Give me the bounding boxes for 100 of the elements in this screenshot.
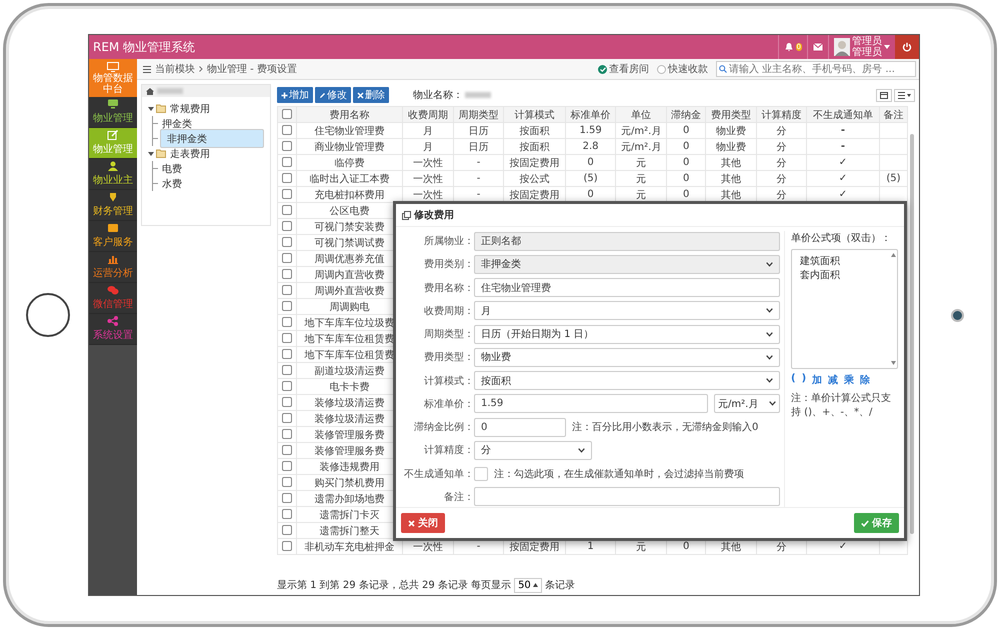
operator-link[interactable]: 除: [860, 373, 870, 387]
scrollbar[interactable]: [910, 134, 914, 534]
column-header[interactable]: 备注: [879, 106, 908, 122]
select-field[interactable]: 月: [474, 301, 780, 320]
checkbox[interactable]: [282, 365, 292, 376]
checkbox[interactable]: [282, 269, 292, 280]
column-header[interactable]: 费用名称: [296, 106, 403, 122]
tree-item[interactable]: 水费: [160, 176, 184, 190]
sidebar-item[interactable]: 客户服务: [89, 221, 137, 252]
checkbox[interactable]: [282, 541, 292, 552]
operator-link[interactable]: 减: [828, 373, 838, 387]
tree-item[interactable]: 走表费用: [168, 146, 212, 160]
column-header[interactable]: 不生成通知单: [806, 106, 880, 122]
text-field[interactable]: 住宅物业管理费: [474, 278, 780, 298]
column-header[interactable]: 计算精度: [756, 106, 807, 122]
checkbox[interactable]: [282, 189, 292, 200]
tree-item[interactable]: 押金类: [160, 116, 194, 130]
checkbox[interactable]: [282, 381, 292, 392]
checkbox[interactable]: [282, 525, 292, 536]
logout-button[interactable]: [895, 35, 919, 59]
table-cell: 充电桩扣杯费用: [314, 190, 385, 200]
checkbox[interactable]: [282, 429, 292, 440]
unit-select[interactable]: 元/m².月: [714, 394, 780, 414]
column-header[interactable]: 计算模式: [504, 106, 566, 122]
radio-button[interactable]: [657, 64, 666, 74]
expander-icon[interactable]: [148, 150, 154, 156]
table-cell: 0: [682, 125, 690, 136]
operator-link[interactable]: ): [802, 373, 806, 387]
tree-item[interactable]: 非押金类: [160, 129, 264, 148]
close-button[interactable]: 关闭: [401, 513, 445, 533]
page-size-select[interactable]: 50: [514, 578, 542, 592]
checkbox[interactable]: [282, 349, 292, 360]
checkbox[interactable]: [282, 477, 292, 488]
checkbox[interactable]: [282, 221, 292, 232]
checkbox[interactable]: [282, 317, 292, 328]
tree-item[interactable]: 电费: [160, 162, 184, 176]
formula-list[interactable]: 建筑面积 套内面积: [791, 249, 898, 369]
checkbox[interactable]: [282, 141, 292, 152]
list-item[interactable]: 建筑面积: [800, 254, 882, 268]
breadcrumb-item[interactable]: 当前模块: [155, 62, 195, 76]
select-field[interactable]: 日历（开始日期为 1 日）: [474, 324, 780, 344]
operator-link[interactable]: (: [791, 373, 796, 387]
checkbox[interactable]: [282, 205, 292, 216]
view-option[interactable]: 查看房间: [598, 62, 649, 76]
copy-icon: [402, 210, 411, 220]
home-button[interactable]: [26, 293, 70, 337]
list-item[interactable]: 套内面积: [800, 268, 882, 282]
select-field[interactable]: 分: [474, 440, 592, 460]
checkbox[interactable]: [282, 397, 292, 408]
toolbar-button[interactable]: 修改: [315, 87, 351, 103]
table-view-button[interactable]: [876, 88, 892, 102]
select-field[interactable]: 按面积: [474, 371, 780, 390]
sidebar-item[interactable]: 财务管理: [89, 190, 137, 221]
toolbar-button[interactable]: 删除: [353, 87, 389, 103]
checkbox[interactable]: [282, 461, 292, 472]
operator-link[interactable]: 乘: [844, 373, 854, 387]
breadcrumb-item[interactable]: 物业管理 - 费项设置: [207, 62, 297, 76]
checkbox[interactable]: [282, 109, 292, 120]
column-header[interactable]: 单位: [616, 106, 667, 122]
text-field[interactable]: 1.59: [474, 394, 708, 414]
column-header[interactable]: 标准单价: [565, 106, 616, 122]
checkbox[interactable]: [282, 445, 292, 456]
table-cell: 元: [636, 190, 646, 200]
checkbox[interactable]: [282, 285, 292, 296]
radio-button[interactable]: [598, 64, 607, 74]
table-cell: 月: [423, 126, 434, 136]
columns-button[interactable]: [894, 88, 915, 102]
checkbox[interactable]: [282, 493, 292, 504]
expander-icon[interactable]: [148, 106, 154, 112]
table-cell: 其他: [720, 158, 741, 168]
checkbox[interactable]: [282, 509, 292, 520]
checkbox[interactable]: [282, 301, 292, 312]
text-field[interactable]: 0: [474, 418, 566, 437]
tree-item[interactable]: 常规费用: [168, 102, 212, 116]
column-header[interactable]: 费用类型: [706, 106, 756, 122]
toolbar-button[interactable]: 增加: [277, 87, 313, 103]
dialog-title: 修改费用: [414, 208, 454, 222]
checkbox[interactable]: [282, 253, 292, 264]
operator-link[interactable]: 加: [812, 373, 822, 387]
sidebar-item[interactable]: 物业业主: [89, 159, 137, 190]
checkbox[interactable]: [282, 413, 292, 424]
checkbox[interactable]: [282, 333, 292, 344]
checkbox[interactable]: [474, 466, 488, 481]
down-triangle-icon[interactable]: [891, 361, 896, 365]
table-cell: 周调购电: [330, 302, 370, 312]
checkbox[interactable]: [282, 173, 292, 184]
search-field[interactable]: 请输入 业主名称、手机号码、房号 ...: [716, 61, 916, 77]
table-cell: 1.59: [579, 125, 602, 136]
view-option[interactable]: 快速收款: [657, 62, 708, 76]
checkbox[interactable]: [282, 157, 292, 168]
checkbox[interactable]: [282, 237, 292, 248]
column-header[interactable]: 周期类型: [453, 106, 504, 122]
up-triangle-icon[interactable]: [891, 253, 896, 257]
checkbox[interactable]: [282, 125, 292, 136]
sidebar-item[interactable]: 运营分析: [89, 252, 137, 283]
select-field[interactable]: 物业费: [474, 348, 780, 367]
table-cell: 日历: [468, 142, 489, 152]
text-field[interactable]: [474, 487, 780, 506]
column-header[interactable]: 滞纳金: [666, 106, 706, 122]
column-header[interactable]: 收费周期: [402, 106, 454, 122]
